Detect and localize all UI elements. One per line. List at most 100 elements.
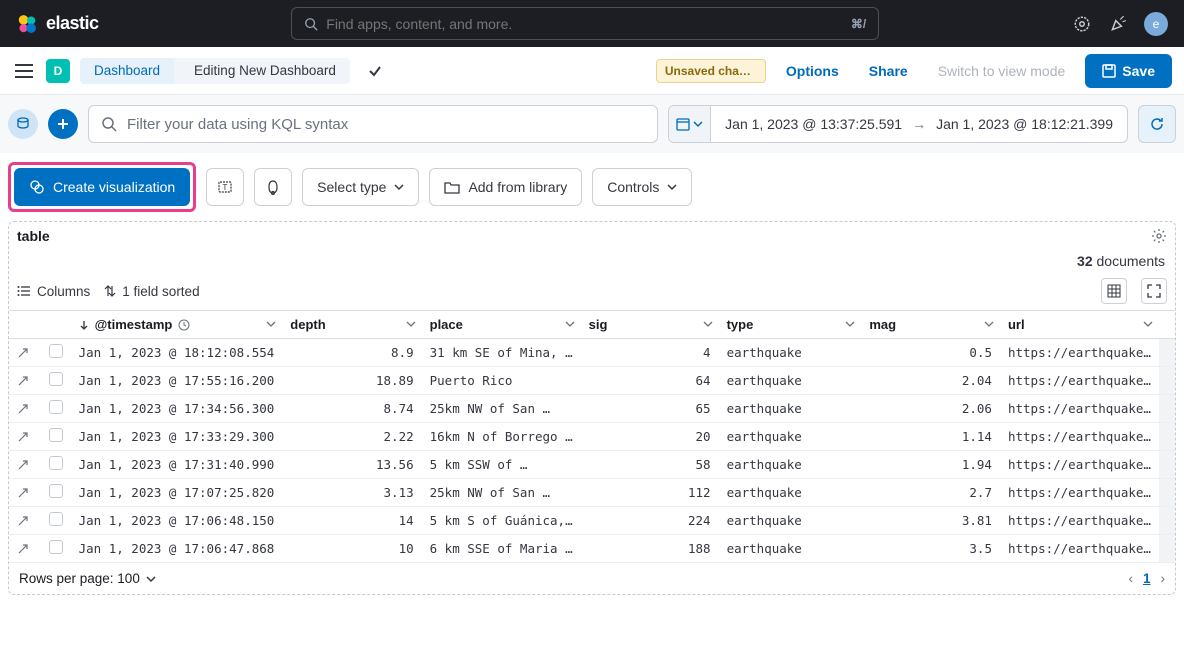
row-checkbox[interactable]	[41, 507, 71, 535]
pager-next[interactable]: ›	[1161, 571, 1166, 586]
col-url[interactable]: url	[1000, 311, 1159, 339]
cell-timestamp: Jan 1, 2023 @ 17:31:40.990	[71, 451, 283, 479]
row-checkbox[interactable]	[41, 423, 71, 451]
refresh-button[interactable]	[1138, 105, 1176, 143]
switch-view-mode: Switch to view mode	[928, 57, 1076, 85]
pager-current[interactable]: 1	[1143, 571, 1151, 586]
top-header: elastic ⌘/ e	[0, 0, 1184, 47]
expand-row[interactable]	[9, 507, 41, 535]
col-type[interactable]: type	[719, 311, 862, 339]
cell-place: Puerto Rico	[422, 367, 581, 395]
cell-url: https://earthquake…	[1000, 507, 1159, 535]
save-icon	[1102, 64, 1116, 78]
col-place[interactable]: place	[422, 311, 581, 339]
expand-row[interactable]	[9, 479, 41, 507]
cell-mag: 2.7	[861, 479, 1000, 507]
cell-timestamp: Jan 1, 2023 @ 17:06:47.868	[71, 535, 283, 563]
breadcrumb-dashboard[interactable]: Dashboard	[80, 58, 174, 84]
row-checkbox[interactable]	[41, 479, 71, 507]
table-row[interactable]: Jan 1, 2023 @ 17:34:56.3008.7425km NW of…	[9, 395, 1175, 423]
sort-button[interactable]: 1 field sorted	[104, 284, 199, 299]
cell-timestamp: Jan 1, 2023 @ 17:34:56.300	[71, 395, 283, 423]
row-checkbox[interactable]	[41, 339, 71, 367]
rows-per-page[interactable]: Rows per page: 100	[19, 571, 156, 586]
col-depth[interactable]: depth	[282, 311, 421, 339]
create-viz-label: Create visualization	[53, 179, 175, 195]
data-view-button[interactable]	[8, 109, 38, 139]
cell-timestamp: Jan 1, 2023 @ 17:07:25.820	[71, 479, 283, 507]
table-row[interactable]: Jan 1, 2023 @ 17:55:16.20018.89Puerto Ri…	[9, 367, 1175, 395]
list-icon	[17, 284, 31, 298]
table-row[interactable]: Jan 1, 2023 @ 17:06:47.868106 km SSE of …	[9, 535, 1175, 563]
col-timestamp[interactable]: @timestamp	[71, 311, 283, 339]
add-text-button[interactable]: T	[206, 168, 244, 206]
global-search[interactable]: ⌘/	[291, 7, 879, 40]
highlight-annotation: Create visualization	[8, 162, 196, 212]
add-from-library-button[interactable]: Add from library	[429, 168, 582, 206]
cell-type: earthquake	[719, 451, 862, 479]
share-button[interactable]: Share	[859, 57, 918, 85]
user-avatar[interactable]: e	[1144, 12, 1168, 36]
row-checkbox[interactable]	[41, 451, 71, 479]
date-to: Jan 1, 2023 @ 18:12:21.399	[936, 116, 1113, 132]
expand-row[interactable]	[9, 423, 41, 451]
calendar-icon[interactable]	[669, 106, 711, 142]
add-library-label: Add from library	[468, 179, 567, 195]
cell-url: https://earthquake…	[1000, 395, 1159, 423]
table-row[interactable]: Jan 1, 2023 @ 17:31:40.99013.565 km SSW …	[9, 451, 1175, 479]
space-badge[interactable]: D	[46, 59, 70, 83]
cell-mag: 2.04	[861, 367, 1000, 395]
col-mag[interactable]: mag	[861, 311, 1000, 339]
breadcrumb-bar: D Dashboard Editing New Dashboard Unsave…	[0, 47, 1184, 95]
fullscreen-button[interactable]	[1141, 278, 1167, 304]
table-row[interactable]: Jan 1, 2023 @ 17:07:25.8203.1325km NW of…	[9, 479, 1175, 507]
cell-sig: 65	[581, 395, 719, 423]
add-filter-button[interactable]	[48, 109, 78, 139]
select-type-button[interactable]: Select type	[302, 168, 419, 206]
check-icon	[368, 64, 382, 78]
expand-row[interactable]	[9, 535, 41, 563]
arrow-right-icon: →	[912, 116, 926, 132]
celebration-icon[interactable]	[1108, 14, 1128, 34]
create-visualization-button[interactable]: Create visualization	[14, 168, 190, 206]
col-sig[interactable]: sig	[581, 311, 719, 339]
table-row[interactable]: Jan 1, 2023 @ 18:12:08.5548.931 km SE of…	[9, 339, 1175, 367]
panel-options-button[interactable]	[1151, 228, 1167, 244]
density-button[interactable]	[1101, 278, 1127, 304]
kql-filter-input[interactable]: Filter your data using KQL syntax	[88, 105, 658, 143]
cell-depth: 3.13	[282, 479, 421, 507]
row-checkbox[interactable]	[41, 535, 71, 563]
columns-button[interactable]: Columns	[17, 284, 90, 299]
sort-icon	[104, 284, 116, 298]
controls-button[interactable]: Controls	[592, 168, 692, 206]
cell-place: 25km NW of San …	[422, 395, 581, 423]
cell-depth: 8.9	[282, 339, 421, 367]
folder-icon	[444, 179, 460, 195]
newsfeed-icon[interactable]	[1072, 14, 1092, 34]
expand-row[interactable]	[9, 367, 41, 395]
save-button[interactable]: Save	[1085, 54, 1172, 88]
controls-label: Controls	[607, 179, 659, 195]
row-checkbox[interactable]	[41, 395, 71, 423]
options-button[interactable]: Options	[776, 57, 849, 85]
add-image-button[interactable]	[254, 168, 292, 206]
expand-row[interactable]	[9, 339, 41, 367]
date-range-picker[interactable]: Jan 1, 2023 @ 13:37:25.591 → Jan 1, 2023…	[668, 105, 1128, 143]
cell-place: 25km NW of San …	[422, 479, 581, 507]
brand-logo[interactable]: elastic	[16, 13, 99, 35]
cell-sig: 112	[581, 479, 719, 507]
table-row[interactable]: Jan 1, 2023 @ 17:33:29.3002.2216km N of …	[9, 423, 1175, 451]
cell-timestamp: Jan 1, 2023 @ 17:33:29.300	[71, 423, 283, 451]
breadcrumb: Dashboard Editing New Dashboard	[80, 58, 350, 84]
cell-sig: 64	[581, 367, 719, 395]
chevron-down-icon	[693, 119, 703, 129]
nav-menu-button[interactable]	[12, 59, 36, 83]
search-icon	[101, 116, 117, 132]
cell-timestamp: Jan 1, 2023 @ 17:55:16.200	[71, 367, 283, 395]
table-row[interactable]: Jan 1, 2023 @ 17:06:48.150145 km S of Gu…	[9, 507, 1175, 535]
row-checkbox[interactable]	[41, 367, 71, 395]
expand-row[interactable]	[9, 451, 41, 479]
pager-prev[interactable]: ‹	[1128, 571, 1133, 586]
expand-row[interactable]	[9, 395, 41, 423]
global-search-input[interactable]	[326, 16, 843, 32]
